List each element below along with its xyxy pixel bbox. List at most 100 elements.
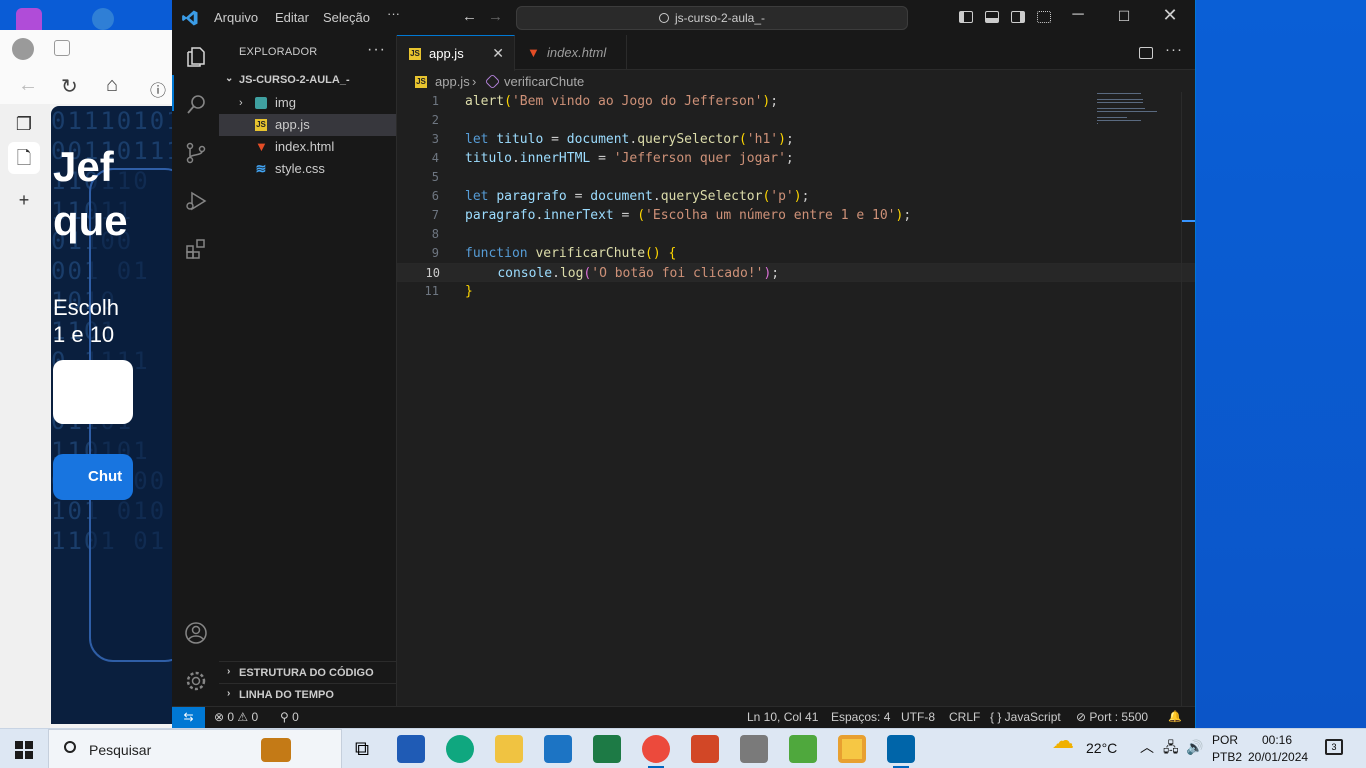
- profile-avatar-icon[interactable]: [12, 38, 34, 60]
- toggle-secondary-sidebar-icon[interactable]: [1011, 11, 1025, 23]
- vscode-taskbar-icon[interactable]: [887, 735, 915, 768]
- sticky-notes-icon[interactable]: [838, 735, 866, 763]
- menu-selecao[interactable]: Seleção: [323, 10, 370, 25]
- minimize-icon[interactable]: ─: [1068, 6, 1088, 24]
- code-line[interactable]: 3 let titulo = document.querySelector('h1…: [397, 130, 1195, 149]
- weather-temp[interactable]: 22°C: [1086, 741, 1117, 756]
- code-text: let paragrafo = document.querySelector('…: [465, 189, 810, 204]
- menu-more[interactable]: ···: [387, 6, 400, 21]
- workspace-folder[interactable]: ⌄ JS-CURSO-2-AULA_-: [219, 70, 396, 92]
- edge-app-icon[interactable]: [446, 735, 474, 763]
- chrome-app-icon[interactable]: [642, 735, 670, 768]
- notification-count[interactable]: 3: [1325, 739, 1343, 755]
- minimap[interactable]: [1097, 93, 1157, 124]
- menu-editar[interactable]: Editar: [275, 10, 309, 25]
- menu-arquivo[interactable]: Arquivo: [214, 10, 258, 25]
- maximize-icon[interactable]: ☐: [1114, 8, 1134, 25]
- code-line[interactable]: 4 titulo.innerHTML = 'Jefferson quer joga…: [397, 149, 1195, 168]
- explorer-more-button[interactable]: ···: [367, 41, 386, 59]
- guess-button[interactable]: Chut: [53, 454, 133, 500]
- tab-actions-icon[interactable]: ❐: [14, 114, 34, 134]
- tree-item-style-css[interactable]: ≋ style.css: [219, 158, 396, 180]
- language-mode[interactable]: { } JavaScript: [990, 707, 1061, 728]
- browser-tab-favicon[interactable]: [16, 8, 42, 30]
- network-icon[interactable]: 🖧: [1163, 740, 1179, 755]
- tab-index-html[interactable]: ▼ index.html: [515, 35, 627, 70]
- workspaces-icon[interactable]: [54, 40, 70, 56]
- chevron-right-icon: ›: [227, 688, 231, 699]
- command-center[interactable]: js-curso-2-aula_-: [516, 6, 908, 30]
- taskbar-search[interactable]: Pesquisar: [48, 729, 342, 768]
- tree-item-index-html[interactable]: ▼ index.html: [219, 136, 396, 158]
- task-view-icon[interactable]: ⧉: [348, 735, 376, 763]
- refresh-icon[interactable]: ↻: [61, 74, 78, 99]
- code-line[interactable]: 6 let paragrafo = document.querySelector(…: [397, 187, 1195, 206]
- notifications-bell-icon[interactable]: 🔔: [1168, 707, 1182, 728]
- tab-label: app.js: [429, 46, 464, 61]
- info-icon[interactable]: ⓘ: [150, 77, 166, 101]
- back-arrow-icon[interactable]: ←: [18, 74, 38, 97]
- powerpoint-app-icon[interactable]: [691, 735, 719, 763]
- windows-start-icon[interactable]: [15, 741, 33, 759]
- browser-tab-globe-icon[interactable]: [92, 8, 114, 30]
- run-debug-icon[interactable]: [183, 189, 208, 214]
- mail-app-icon[interactable]: [544, 735, 572, 763]
- indentation[interactable]: Espaços: 4: [831, 707, 890, 728]
- end-of-line[interactable]: CRLF: [949, 707, 980, 728]
- code-line[interactable]: 1 alert('Bem vindo ao Jogo do Jefferson')…: [397, 92, 1195, 111]
- lang-bottom[interactable]: PTB2: [1212, 750, 1242, 765]
- problems-indicator[interactable]: ⊗ 0 ⚠ 0: [214, 707, 258, 728]
- timeline-section[interactable]: › LINHA DO TEMPO: [219, 683, 396, 705]
- home-icon[interactable]: ⌂: [106, 74, 118, 97]
- encoding[interactable]: UTF-8: [901, 707, 935, 728]
- editor-more-icon[interactable]: ···: [1165, 41, 1183, 58]
- word-app-icon[interactable]: [397, 735, 425, 763]
- tree-item-app-js[interactable]: JS app.js: [219, 114, 396, 136]
- customize-layout-icon[interactable]: [1037, 11, 1051, 23]
- active-tab-page-icon[interactable]: 🗋: [8, 142, 40, 174]
- tray-chevron-up-icon[interactable]: ︿: [1140, 740, 1154, 755]
- tree-item-img[interactable]: › img: [219, 92, 396, 114]
- breadcrumb-symbol[interactable]: verificarChute: [504, 71, 584, 93]
- code-line[interactable]: 5: [397, 168, 1195, 187]
- toggle-panel-icon[interactable]: [985, 11, 999, 23]
- accounts-icon[interactable]: [183, 621, 208, 646]
- remote-indicator[interactable]: ⇆: [172, 707, 205, 729]
- extensions-icon[interactable]: [183, 237, 208, 262]
- lang-top[interactable]: POR: [1212, 733, 1238, 748]
- clock-date[interactable]: 20/01/2024: [1248, 750, 1308, 765]
- go-forward-icon[interactable]: →: [488, 8, 503, 25]
- cube-app-icon[interactable]: [789, 735, 817, 763]
- split-editor-icon[interactable]: [1139, 47, 1153, 59]
- clock-time[interactable]: 00:16: [1262, 733, 1292, 748]
- go-back-icon[interactable]: ←: [462, 8, 477, 25]
- new-tab-plus-icon[interactable]: +: [14, 190, 34, 210]
- close-tab-icon[interactable]: ✕: [492, 36, 504, 71]
- source-control-icon[interactable]: [183, 141, 208, 166]
- live-server-port[interactable]: ⊘ Port : 5500: [1076, 707, 1148, 728]
- volume-icon[interactable]: 🔊: [1186, 740, 1203, 755]
- tab-app-js[interactable]: JS app.js ✕: [397, 35, 515, 71]
- excel-app-icon[interactable]: [593, 735, 621, 763]
- weather-icon[interactable]: ☁: [1052, 730, 1074, 752]
- code-line[interactable]: 10 console.log('O botão foi clicado!');: [397, 263, 1195, 282]
- close-icon[interactable]: ✕: [1160, 5, 1180, 26]
- guess-input[interactable]: [53, 360, 133, 424]
- breadcrumb-file[interactable]: app.js: [435, 71, 470, 93]
- file-explorer-icon[interactable]: [495, 735, 523, 763]
- ports-indicator[interactable]: ⚲ 0: [280, 707, 299, 728]
- code-line[interactable]: 9 function verificarChute() {: [397, 244, 1195, 263]
- cursor-position[interactable]: Ln 10, Col 41: [747, 707, 818, 728]
- outline-section[interactable]: › ESTRUTURA DO CÓDIGO: [219, 661, 396, 683]
- vertical-scrollbar[interactable]: [1181, 92, 1182, 706]
- code-line[interactable]: 7 paragrafo.innerText = ('Escolha um núme…: [397, 206, 1195, 225]
- code-line[interactable]: 2: [397, 111, 1195, 130]
- scanner-app-icon[interactable]: [740, 735, 768, 763]
- code-line[interactable]: 11}: [397, 282, 1195, 301]
- explorer-icon[interactable]: [183, 45, 208, 70]
- search-icon[interactable]: [183, 93, 208, 118]
- toggle-primary-sidebar-icon[interactable]: [959, 11, 973, 23]
- code-line[interactable]: 8: [397, 225, 1195, 244]
- search-label: Pesquisar: [89, 742, 152, 758]
- gear-icon[interactable]: [183, 669, 208, 694]
